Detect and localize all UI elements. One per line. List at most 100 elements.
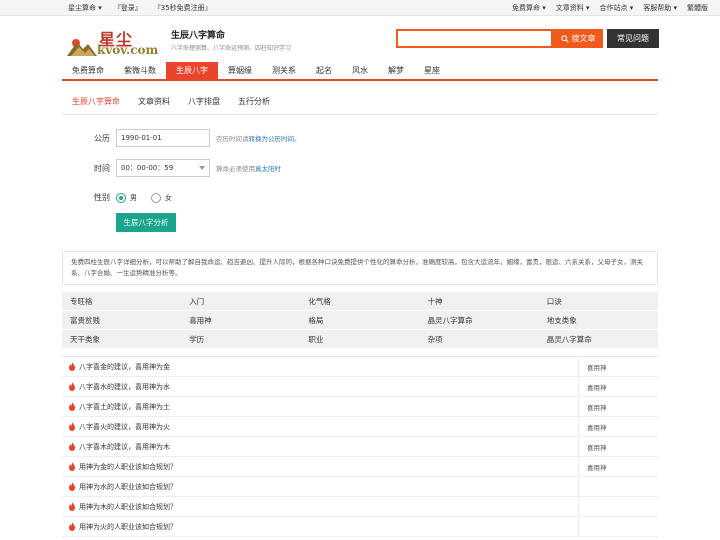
bazi-analyze-button[interactable]: 生辰八字分析 [116, 213, 176, 232]
article-tag[interactable] [578, 497, 658, 516]
category-link[interactable]: 化气格 [300, 292, 419, 310]
nav-marriage[interactable]: 算姻缘 [218, 62, 262, 79]
gender-male-label[interactable]: 男 [130, 193, 137, 203]
category-link[interactable]: 地支类象 [539, 311, 658, 329]
site-logo[interactable]: 星尘 kvov.com [67, 26, 159, 57]
date-label: 公历 [94, 133, 110, 143]
article-title[interactable]: 八字喜火的建议，喜用神为火 [79, 422, 170, 432]
fire-icon [69, 402, 75, 411]
article-title[interactable]: 用神为火的人职业该如合规划？ [79, 522, 177, 532]
list-item[interactable]: 八字喜土的建议，喜用神为土 喜用神 [62, 397, 658, 417]
nav-fengshui[interactable]: 风水 [342, 62, 378, 79]
tab-bazi-chart[interactable]: 八字排盘 [188, 88, 220, 115]
search-button[interactable]: 搜文章 [553, 29, 603, 48]
top-link-free-fortune[interactable]: 免费算命 ▾ [512, 3, 546, 13]
article-tag[interactable]: 喜用神 [578, 457, 658, 476]
list-item[interactable]: 用神为木的人职业该如合规划？ [62, 497, 658, 517]
category-link[interactable]: 口诀 [539, 292, 658, 310]
time-select[interactable]: 00：00-00：59 [116, 159, 210, 177]
nav-bazi[interactable]: 生辰八字 [166, 62, 218, 79]
date-hint-text: 农历时间请 [216, 135, 249, 143]
article-tag[interactable] [578, 517, 658, 536]
top-link-brand-menu[interactable]: 星尘算命 ▾ [68, 3, 102, 13]
category-link[interactable]: 晶灵八字算命 [420, 311, 539, 329]
top-link-help[interactable]: 客服帮助 ▾ [643, 3, 677, 13]
list-item[interactable]: 用神为火的人职业该如合规划？ [62, 517, 658, 537]
article-tag[interactable]: 喜用神 [578, 437, 658, 456]
top-link-partners[interactable]: 合作站点 ▾ [600, 3, 634, 13]
tab-five-elements[interactable]: 五行分析 [238, 88, 270, 115]
top-link-articles[interactable]: 文章资料 ▾ [556, 3, 590, 13]
faq-button[interactable]: 常见问题 [607, 29, 659, 48]
article-title[interactable]: 八字喜木的建议，喜用神为木 [79, 442, 170, 452]
category-link[interactable]: 专旺格 [62, 292, 181, 310]
category-link[interactable]: 格局 [300, 311, 419, 329]
nav-naming[interactable]: 起名 [306, 62, 342, 79]
tab-articles[interactable]: 文章资料 [138, 88, 170, 115]
list-item[interactable]: 八字喜金的建议，喜用神为金 喜用神 [62, 357, 658, 377]
article-tag[interactable]: 喜用神 [578, 397, 658, 416]
article-title[interactable]: 用神为木的人职业该如合规划？ [79, 502, 177, 512]
list-item[interactable]: 用神为金的人职业该如合规划？ 喜用神 [62, 457, 658, 477]
category-link[interactable]: 杂项 [420, 330, 539, 348]
search-button-label: 搜文章 [571, 34, 596, 43]
top-link-login[interactable]: 『登录』 [114, 3, 142, 13]
list-item[interactable]: 八字喜水的建议，喜用神为水 喜用神 [62, 377, 658, 397]
category-link[interactable]: 学历 [181, 330, 300, 348]
list-item[interactable]: 用神为水的人职业该如合规划？ [62, 477, 658, 497]
fire-icon [69, 442, 75, 451]
category-link[interactable]: 富贵贫贱 [62, 311, 181, 329]
nav-relationship[interactable]: 测关系 [262, 62, 306, 79]
article-list: 八字喜金的建议，喜用神为金 喜用神 八字喜水的建议，喜用神为水 喜用神 八字喜土… [62, 356, 658, 537]
gender-female-label[interactable]: 女 [165, 193, 172, 203]
article-title[interactable]: 八字喜土的建议，喜用神为土 [79, 402, 170, 412]
nav-ziwei[interactable]: 紫微斗数 [114, 62, 166, 79]
brand-name-en: kvov.com [97, 43, 159, 57]
article-title[interactable]: 用神为金的人职业该如合规划？ [79, 462, 177, 472]
gender-female-radio[interactable] [151, 192, 161, 203]
page-subtitle: 八字命理测算、八字命运预测、四柱知识学习 [171, 45, 292, 52]
list-item[interactable]: 八字喜木的建议，喜用神为木 喜用神 [62, 437, 658, 457]
sub-tabs: 生辰八字算命 文章资料 八字排盘 五行分析 [62, 88, 658, 115]
article-tag[interactable] [578, 477, 658, 496]
category-link[interactable]: 职业 [300, 330, 419, 348]
gender-male-radio[interactable] [116, 192, 126, 203]
category-link[interactable]: 入门 [181, 292, 300, 310]
category-row: 专旺格 入门 化气格 十神 口诀 [62, 292, 658, 311]
article-tag[interactable]: 喜用神 [578, 377, 658, 396]
top-link-register[interactable]: 『35秒免费注册』 [154, 3, 212, 13]
date-row: 公历 1990-01-01 农历时间请转换为公历时间。 [94, 129, 301, 147]
article-tag[interactable]: 喜用神 [578, 357, 658, 376]
category-link[interactable]: 晶灵八字算命 [539, 330, 658, 348]
date-field[interactable]: 1990-01-01 [116, 129, 210, 147]
top-link-traditional[interactable]: 繁體版 [687, 3, 708, 13]
time-hint-text: 算命必须使用 [216, 165, 255, 173]
article-title[interactable]: 八字喜水的建议，喜用神为水 [79, 382, 170, 392]
gender-label: 性别 [94, 193, 110, 202]
nav-astrology[interactable]: 星座 [414, 62, 450, 79]
fire-icon [69, 362, 75, 371]
article-tag[interactable]: 喜用神 [578, 417, 658, 436]
nav-free-fortune[interactable]: 免费算命 [62, 62, 114, 79]
search-input[interactable] [396, 29, 553, 48]
fire-icon [69, 422, 75, 431]
category-link[interactable]: 十神 [420, 292, 539, 310]
top-bar-left: 星尘算命 ▾ 『登录』 『35秒免费注册』 [68, 0, 224, 16]
time-label: 时间 [94, 163, 110, 173]
category-link[interactable]: 天干类象 [62, 330, 181, 348]
time-row: 时间 00：00-00：59 算命必须使用真太阳时 [94, 159, 281, 177]
category-link[interactable]: 喜用神 [181, 311, 300, 329]
tab-bazi-fortune[interactable]: 生辰八字算命 [72, 88, 120, 115]
fire-icon [69, 502, 75, 511]
article-title[interactable]: 用神为水的人职业该如合规划？ [79, 482, 177, 492]
true-solar-time-link[interactable]: 真太阳时 [255, 165, 281, 173]
lunar-convert-link[interactable]: 转换为公历时间。 [249, 135, 301, 143]
page-title: 生辰八字算命 [171, 31, 226, 41]
article-title[interactable]: 八字喜金的建议，喜用神为金 [79, 362, 170, 372]
list-item[interactable]: 八字喜火的建议，喜用神为火 喜用神 [62, 417, 658, 437]
intro-description: 免费四柱生辰八字详细分析，可以帮助了解自我命运、趋吉避凶、提升人际的，根据各种口… [62, 251, 658, 285]
nav-dream[interactable]: 解梦 [378, 62, 414, 79]
fire-icon [69, 462, 75, 471]
mountain-logo-icon [67, 39, 97, 56]
chevron-down-icon [199, 166, 205, 170]
